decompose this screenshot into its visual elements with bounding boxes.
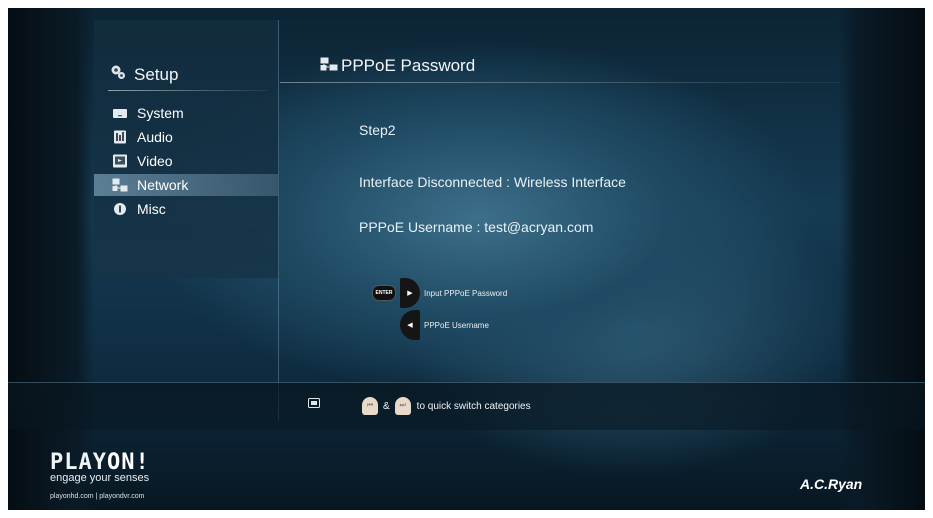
video-icon xyxy=(112,154,128,168)
next-button-icon: ⏭ xyxy=(394,397,411,415)
username-hint[interactable]: ◀ PPPoE Username xyxy=(400,310,489,340)
quick-switch-hint: ⏮ & ⏭ to quick switch categories xyxy=(308,397,531,415)
misc-icon xyxy=(112,202,128,216)
audio-icon xyxy=(112,130,128,144)
network-icon xyxy=(112,178,128,192)
right-arrow-icon: ▶ xyxy=(400,278,420,308)
page-title: PPPoE Password xyxy=(341,56,476,75)
previous-button-icon: ⏮ xyxy=(362,397,378,415)
ampersand: & xyxy=(383,400,390,412)
system-icon xyxy=(112,106,128,120)
sidebar-title: Setup xyxy=(134,64,179,84)
sidebar-item-label: System xyxy=(137,105,184,121)
gear-icon xyxy=(110,64,126,85)
username-line: PPPoE Username : test@acryan.com xyxy=(359,219,594,235)
brand-block: PLAYON! engage your senses playonhd.com … xyxy=(50,450,150,500)
acryan-logo: A.C.Ryan xyxy=(800,476,863,492)
tv-screen: Setup System Audio Video Network Misc PP… xyxy=(8,8,925,510)
sidebar-item-misc[interactable]: Misc xyxy=(94,198,278,220)
header-divider xyxy=(280,82,840,83)
left-vignette xyxy=(8,8,94,510)
left-arrow-icon: ◀ xyxy=(400,310,420,340)
interface-status: Interface Disconnected : Wireless Interf… xyxy=(359,174,626,190)
sidebar-header: Setup xyxy=(110,64,178,85)
hint-label: Input PPPoE Password xyxy=(424,288,508,298)
sidebar-item-label: Misc xyxy=(137,201,166,217)
step-label: Step2 xyxy=(359,122,396,138)
input-password-hint[interactable]: ENTER ▶ Input PPPoE Password xyxy=(372,278,507,308)
sidebar-item-label: Audio xyxy=(137,129,173,145)
right-vignette xyxy=(839,8,925,510)
sidebar-item-system[interactable]: System xyxy=(94,102,278,124)
page-header: PPPoE Password xyxy=(320,56,475,76)
brand-websites: playonhd.com | playondvr.com xyxy=(50,493,145,500)
sidebar-item-network[interactable]: Network xyxy=(94,174,278,196)
sidebar-item-audio[interactable]: Audio xyxy=(94,126,278,148)
sidebar-divider xyxy=(108,90,268,91)
network-icon xyxy=(320,57,338,76)
enter-button-icon: ENTER xyxy=(372,285,396,301)
setup-sidebar: Setup System Audio Video Network Misc xyxy=(94,20,279,278)
bottom-divider xyxy=(8,382,925,383)
help-icon xyxy=(308,397,320,415)
hint-label: PPPoE Username xyxy=(424,320,489,330)
sidebar-item-label: Video xyxy=(137,153,173,169)
sidebar-item-video[interactable]: Video xyxy=(94,150,278,172)
brand-tagline: engage your senses xyxy=(50,472,150,484)
quick-switch-text: to quick switch categories xyxy=(416,400,531,412)
sidebar-item-label: Network xyxy=(137,177,189,193)
